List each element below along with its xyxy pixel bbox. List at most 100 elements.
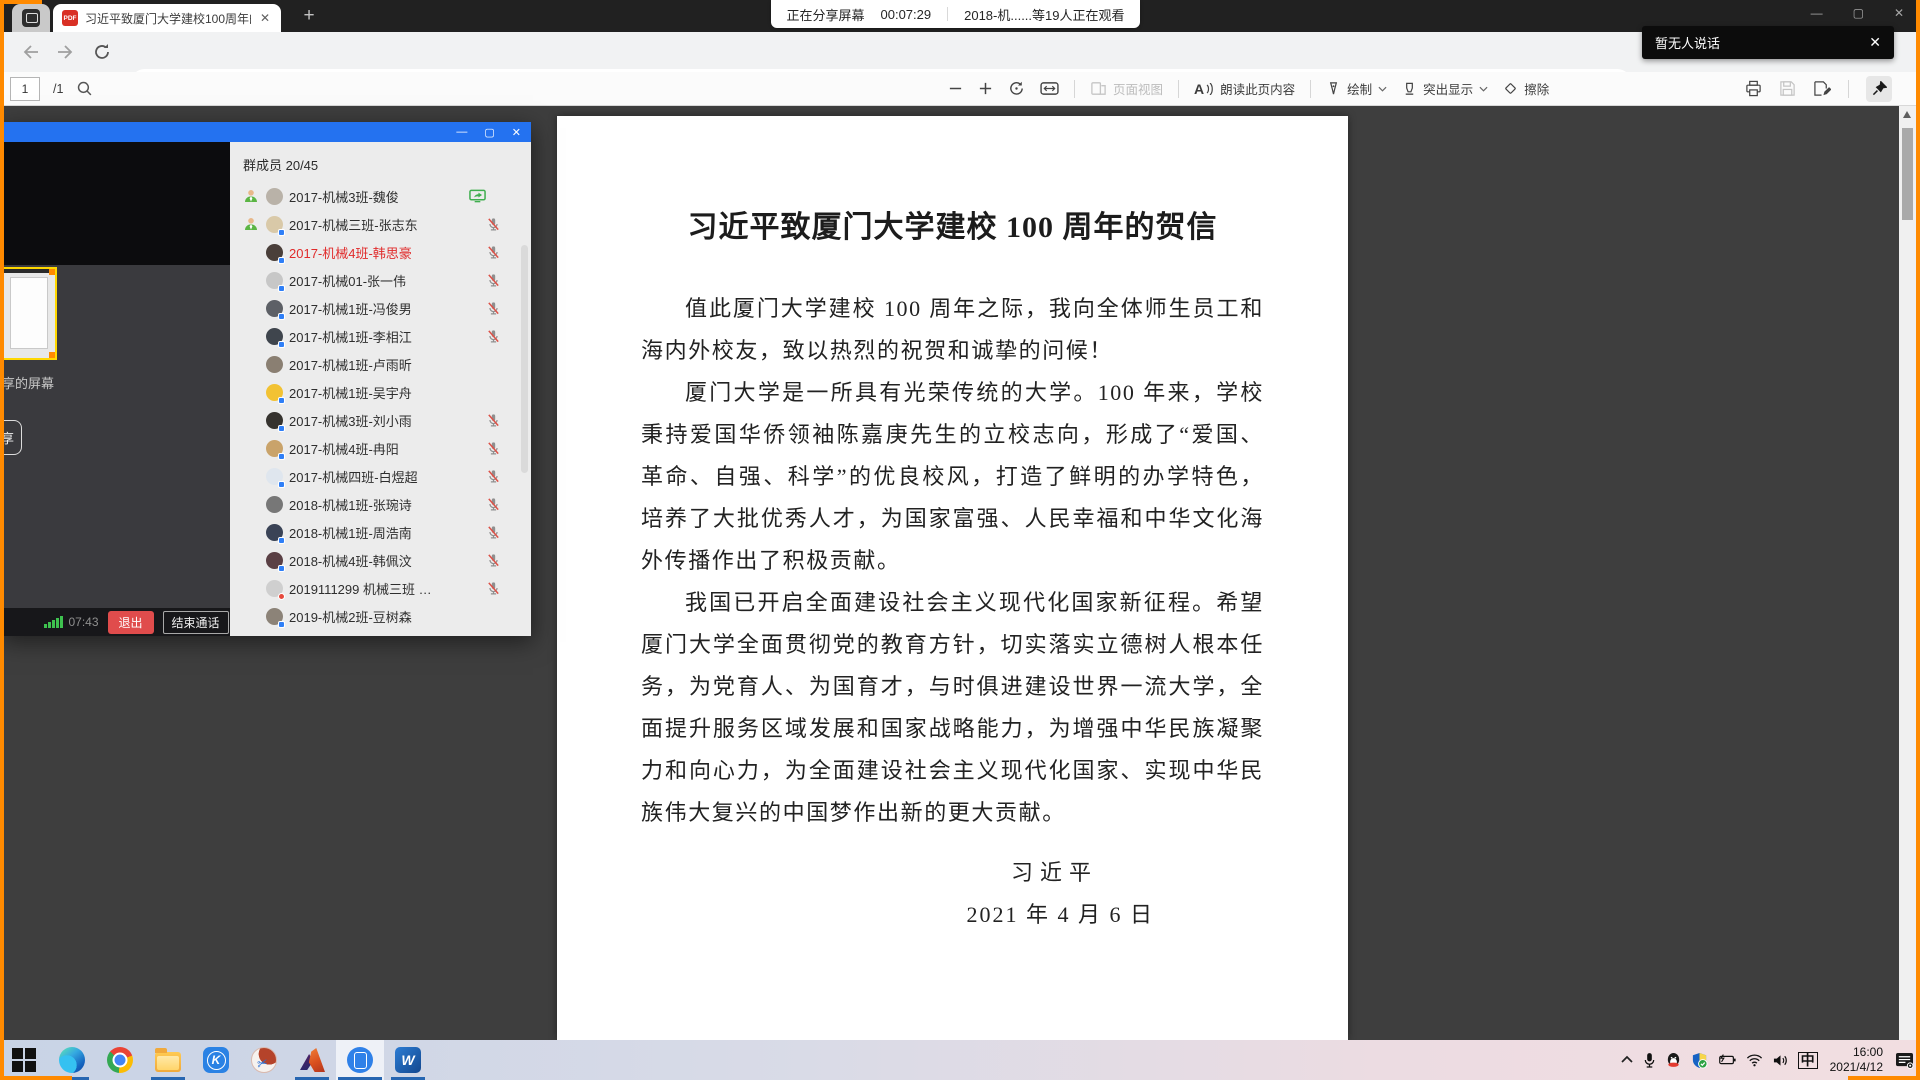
qq-icon[interactable] [1665,1052,1682,1069]
screen-share-banner[interactable]: 正在分享屏幕 00:07:29 2018-机......等19人正在观看 [771,0,1140,28]
edge-taskbar-button[interactable] [48,1040,96,1080]
mic-muted-icon[interactable] [486,245,501,260]
search-icon[interactable] [76,80,93,97]
document-page: 习近平致厦门大学建校 100 周年的贺信 值此厦门大学建校 100 周年之际，我… [557,116,1348,1040]
member-row[interactable]: 2017-机械1班-吴宇舟 [230,378,531,406]
page-number-input[interactable]: 1 [10,77,40,101]
rotate-icon[interactable] [1008,80,1025,97]
meeting-window: — ▢ ✕ 享的屏幕 享 07:43 退出 结束通话 [0,122,531,636]
meeting-bottom-bar: 07:43 退出 结束通话 [0,608,230,636]
draw-button[interactable]: 绘制 [1326,79,1387,98]
minimize-button[interactable]: — [1811,6,1823,20]
member-row[interactable]: 2018-机械4班-韩佩汶 [230,546,531,574]
member-row[interactable]: 2017-机械4班-韩思豪 [230,238,531,266]
member-row[interactable]: 2017-机械四班-白煜超 [230,462,531,490]
pdf-scrollbar[interactable] [1899,106,1916,1040]
maximize-button[interactable]: ▢ [1853,6,1864,20]
mic-muted-icon[interactable] [486,329,501,344]
volume-icon[interactable] [1772,1053,1789,1068]
page-view-button[interactable]: 页面视图 [1090,79,1163,98]
mic-muted-icon[interactable] [486,469,501,484]
member-row[interactable]: 2017-机械1班-卢雨昕 [230,350,531,378]
wifi-icon[interactable] [1746,1053,1763,1067]
signal-strength-icon [44,616,63,628]
meeting-close-button[interactable]: ✕ [512,126,521,139]
microphone-icon[interactable] [1643,1052,1656,1069]
chrome-icon [107,1047,133,1073]
k-app-icon [203,1047,229,1073]
member-row[interactable]: 2017-机械4班-冉阳 [230,434,531,462]
end-call-button[interactable]: 结束通话 [163,611,229,634]
word-taskbar-button[interactable] [384,1040,432,1080]
clip-app-taskbar-button[interactable] [240,1040,288,1080]
tab-active[interactable]: PDF 习近平致厦门大学建校100周年的 ✕ [53,4,281,32]
mic-muted-icon[interactable] [486,497,501,512]
windows-start-taskbar-button[interactable] [0,1040,48,1080]
tab-close-icon[interactable]: ✕ [258,11,272,25]
read-aloud-button[interactable]: A 朗读此页内容 [1194,79,1295,98]
pdf-favicon: PDF [62,10,78,26]
pin-toolbar-button[interactable] [1866,76,1892,102]
screen-projection-taskbar-button[interactable] [336,1040,384,1080]
clock-time: 16:00 [1830,1045,1883,1060]
save-as-icon[interactable] [1813,80,1831,97]
mic-muted-icon[interactable] [486,581,501,596]
print-icon[interactable] [1745,80,1762,97]
ime-indicator[interactable]: 中 [1798,1052,1818,1069]
mic-muted-icon[interactable] [486,413,501,428]
mic-muted-icon[interactable] [486,217,501,232]
member-avatar [266,496,283,513]
meeting-minimize-button[interactable]: — [456,126,467,138]
forward-icon[interactable] [56,42,76,62]
mic-muted-icon[interactable] [486,553,501,568]
action-center-icon[interactable] [1895,1052,1914,1069]
member-row[interactable]: 2019111299 机械三班 … [230,574,531,602]
member-row[interactable]: 2017-机械01-张一伟 [230,266,531,294]
member-row[interactable]: 2018-机械1班-张琬诗 [230,490,531,518]
member-row[interactable]: 2019-机械2班-豆树森 [230,602,531,630]
highlight-button[interactable]: 突出显示 [1402,79,1488,98]
back-icon[interactable] [20,42,40,62]
screen-sharing-icon[interactable] [469,189,486,204]
member-list-scrollbar[interactable] [521,245,528,473]
matlab-taskbar-button[interactable] [288,1040,336,1080]
member-row[interactable]: 2017-机械三班-张志东 [230,210,531,238]
avatar-badge [278,453,285,460]
exit-button[interactable]: 退出 [108,611,154,634]
mic-muted-icon[interactable] [486,441,501,456]
mic-muted-icon[interactable] [486,525,501,540]
sound-waves-icon [1206,83,1214,95]
battery-icon[interactable] [1717,1053,1737,1067]
new-tab-button[interactable]: + [296,3,322,29]
save-icon[interactable] [1779,80,1796,97]
tray-expand-icon[interactable] [1620,1053,1634,1067]
close-button[interactable]: ✕ [1894,6,1904,20]
k-app-taskbar-button[interactable] [192,1040,240,1080]
member-row[interactable]: 2017-机械1班-冯俊男 [230,294,531,322]
mic-muted-icon[interactable] [486,301,501,316]
zoom-in-icon[interactable] [978,81,993,96]
avatar-badge [278,621,285,628]
pinned-tab[interactable] [12,4,50,32]
taskbar-clock[interactable]: 16:00 2021/4/12 [1830,1045,1883,1075]
meeting-maximize-button[interactable]: ▢ [484,126,494,139]
zoom-out-icon[interactable] [948,81,963,96]
member-row[interactable]: 2018-机械1班-周浩南 [230,518,531,546]
meeting-titlebar[interactable]: — ▢ ✕ [0,122,531,142]
refresh-icon[interactable] [92,42,112,62]
member-row[interactable]: 2017-机械3班-魏俊 [230,182,531,210]
file-explorer-taskbar-button[interactable] [144,1040,192,1080]
scroll-up-icon[interactable] [1903,111,1911,118]
divider [1074,80,1075,98]
mic-muted-icon[interactable] [486,273,501,288]
member-row[interactable]: 2017-机械3班-刘小雨 [230,406,531,434]
edge-icon [59,1047,85,1073]
defender-shield-icon[interactable] [1691,1052,1708,1069]
scrollbar-thumb[interactable] [1902,128,1913,220]
chrome-taskbar-button[interactable] [96,1040,144,1080]
shared-screen-thumbnail[interactable] [0,267,57,360]
erase-button[interactable]: 擦除 [1503,79,1549,98]
fit-page-icon[interactable] [1040,81,1059,96]
member-row[interactable]: 2017-机械1班-李相江 [230,322,531,350]
toast-close-icon[interactable]: ✕ [1869,34,1881,51]
